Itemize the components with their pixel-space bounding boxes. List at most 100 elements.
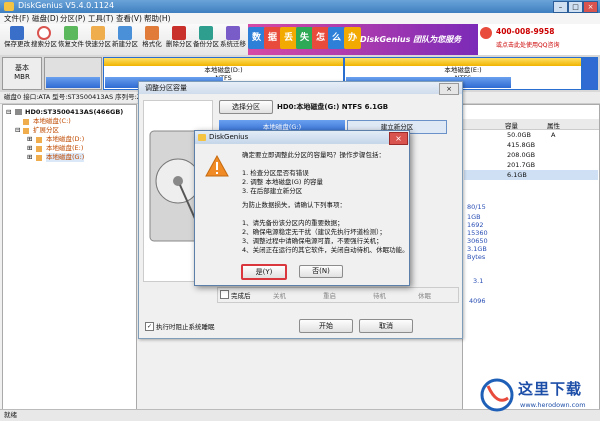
quick-partition-icon xyxy=(91,26,105,40)
warning-icon xyxy=(205,155,229,177)
option-standby[interactable]: 待机 xyxy=(373,290,386,300)
precaution-item: 3、调整过程中请确保电源可靠，不要强行关机； xyxy=(242,237,383,245)
partition-d-name: 本地磁盘(D:) xyxy=(204,66,243,74)
banner-char-7: 办 xyxy=(344,27,361,49)
partition-g-block[interactable] xyxy=(582,57,598,90)
hotline-number: 400-008-9958 xyxy=(496,27,555,36)
banner-char-4: 失 xyxy=(296,27,313,49)
after-complete-label: 完成后 xyxy=(231,292,251,300)
after-complete-checkbox[interactable] xyxy=(220,290,229,299)
status-text: 就绪 xyxy=(4,411,17,419)
banner-char-6: 么 xyxy=(328,27,345,49)
site-watermark: 这里下载 www.herodown.com xyxy=(480,374,598,418)
tree-disk-label[interactable]: HD0:ST3500413AS(466GB) xyxy=(25,108,123,117)
minimize-icon[interactable]: – xyxy=(553,1,568,13)
no-button[interactable]: 否(N) xyxy=(299,265,343,278)
info-value: 30650 xyxy=(467,237,488,245)
disk-info-text: 磁盘0 接口:ATA 型号:ST3500413AS 序列号:Z2A... xyxy=(4,93,156,101)
info-value: 4096 xyxy=(469,297,486,305)
after-complete-row: 完成后 关机 重启 待机 休眠 xyxy=(217,287,459,303)
partition-e-bar xyxy=(345,58,581,66)
qq-consult-text: 或点击此处使用QQ咨询 xyxy=(496,42,560,49)
banner-brand: DiskGenius 团队为您服务 xyxy=(360,35,462,44)
menu-view[interactable]: 查看(V) xyxy=(116,13,142,24)
app-icon xyxy=(198,134,206,141)
prevent-sleep-checkbox[interactable]: ✓ xyxy=(145,322,154,331)
step-item: 2. 调整 本地磁盘(G) 的容量 xyxy=(242,178,324,186)
confirm-dialog: DiskGenius × 确定要立即调整此分区的容量吗？操作步骤包括： 1. 检… xyxy=(194,130,410,286)
system-migrate-button[interactable]: 系统迁移 xyxy=(220,26,246,54)
search-icon xyxy=(37,26,51,40)
partition-c-usage xyxy=(46,77,100,88)
ad-banner[interactable]: 数 据 丢 失 怎 么 办 DiskGenius 团队为您服务 xyxy=(248,24,478,55)
resize-dialog-title: 调整分区容量 xyxy=(139,82,462,94)
migrate-label: 系统迁移 xyxy=(220,40,246,48)
info-value: 80/15 xyxy=(467,203,486,211)
row-size: 201.7GB xyxy=(507,161,536,169)
tree-item-extended[interactable]: 扩展分区 xyxy=(33,126,59,135)
migrate-icon xyxy=(226,26,240,40)
close-icon[interactable]: × xyxy=(583,1,598,13)
tree-item-g[interactable]: 本地磁盘(G:) xyxy=(46,153,85,162)
partition-c-block[interactable] xyxy=(44,57,102,90)
disk-type-box: 基本 MBR xyxy=(2,57,42,90)
save-icon xyxy=(10,26,24,40)
recover-icon xyxy=(64,26,78,40)
option-restart[interactable]: 重启 xyxy=(323,290,336,300)
new-partition-icon xyxy=(118,26,132,40)
row-size: 6.1GB xyxy=(507,171,527,179)
disk-type: 基本 xyxy=(15,64,29,72)
row-size: 415.8GB xyxy=(507,141,536,149)
watermark-logo xyxy=(480,378,514,412)
table-header: 容量 属性 xyxy=(463,119,599,130)
tree-item-e[interactable]: 本地磁盘(E:) xyxy=(46,144,83,153)
tree-expander-extended[interactable]: ⊟ xyxy=(15,126,20,135)
menu-file[interactable]: 文件(F) xyxy=(4,13,29,24)
partition-icon xyxy=(36,155,42,161)
row-size: 50.0GB xyxy=(507,131,531,139)
header-size: 容量 xyxy=(505,122,518,130)
confirm-close-icon[interactable]: × xyxy=(389,132,408,145)
precaution-heading: 为防止数据损失，请确认下列事项： xyxy=(242,201,346,209)
format-icon xyxy=(145,26,159,40)
info-value: 3.1 xyxy=(473,277,484,285)
tree-item-d[interactable]: 本地磁盘(D:) xyxy=(46,135,84,144)
hotline-box[interactable]: 400-008-9958 或点击此处使用QQ咨询 xyxy=(478,24,600,55)
tree-expander-e[interactable]: ⊞ xyxy=(27,144,32,153)
delete-icon xyxy=(172,26,186,40)
row-attr: A xyxy=(551,131,556,139)
partition-icon xyxy=(36,146,42,152)
banner-char-1: 数 xyxy=(248,27,265,49)
menu-help[interactable]: 帮助(H) xyxy=(144,13,171,24)
disk-tree: ⊟ HD0:ST3500413AS(466GB) 本地磁盘(C:) ⊟ 扩展分区… xyxy=(2,104,137,410)
option-hibernate[interactable]: 休眠 xyxy=(418,290,431,300)
prevent-sleep-label: 执行时阻止系统睡眠 xyxy=(156,323,215,331)
precaution-item: 1、请先备份该分区内的重要数据； xyxy=(242,219,344,227)
step-item: 1. 检查分区是否有错误 xyxy=(242,169,309,177)
info-value: Bytes xyxy=(467,253,486,261)
yes-button[interactable]: 是(Y) xyxy=(241,264,287,280)
menu-partition[interactable]: 分区(P) xyxy=(60,13,85,24)
info-value: 15360 xyxy=(467,229,488,237)
watermark-text: 这里下载 xyxy=(518,380,583,398)
tree-expander-g[interactable]: ⊞ xyxy=(27,153,32,162)
header-attr: 属性 xyxy=(547,122,560,130)
confirm-title: DiskGenius xyxy=(209,133,249,141)
disk-style: MBR xyxy=(14,73,30,81)
start-button[interactable]: 开始 xyxy=(299,319,353,333)
tree-item-c[interactable]: 本地磁盘(C:) xyxy=(33,117,71,126)
resize-close-icon[interactable]: × xyxy=(439,83,459,95)
partition-table-panel: 容量 属性 50.0GB A 415.8GB 208.0GB 201.7GB 6… xyxy=(462,104,600,410)
menu-disk[interactable]: 磁盘(D) xyxy=(32,13,59,24)
title-bar: DiskGenius V5.4.0.1124 – □ × xyxy=(0,0,600,13)
tree-expander-disk[interactable]: ⊟ xyxy=(6,108,11,117)
maximize-icon[interactable]: □ xyxy=(568,1,583,13)
banner-char-5: 怎 xyxy=(312,27,329,49)
menu-tools[interactable]: 工具(T) xyxy=(88,13,113,24)
selected-row[interactable]: 6.1GB xyxy=(464,170,598,180)
select-partition-button[interactable]: 选择分区 xyxy=(219,100,273,114)
info-value: 1GB xyxy=(467,213,481,221)
tree-expander-d[interactable]: ⊞ xyxy=(27,135,32,144)
cancel-button[interactable]: 取消 xyxy=(359,319,413,333)
option-shutdown[interactable]: 关机 xyxy=(273,290,286,300)
